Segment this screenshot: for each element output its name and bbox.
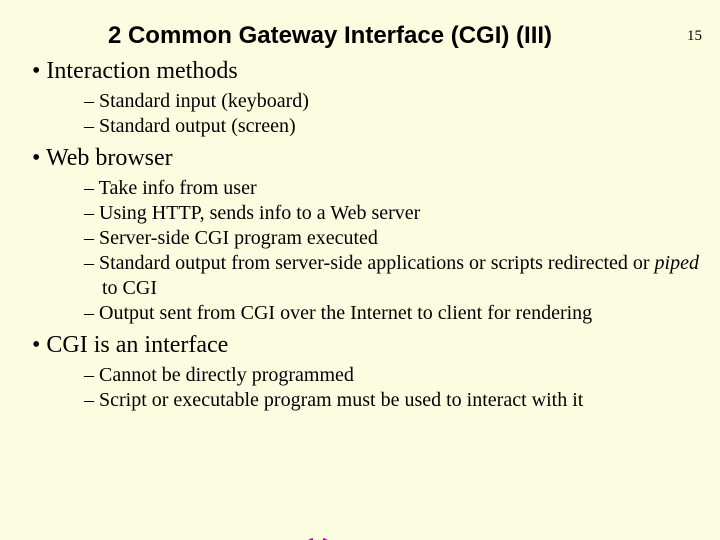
page-number: 15 xyxy=(687,28,702,45)
prev-button[interactable] xyxy=(296,536,316,540)
bullet-text: Interaction methods xyxy=(46,58,237,84)
bullet-text: CGI is an interface xyxy=(46,332,228,358)
sub-bullet-part: to CGI xyxy=(102,277,157,299)
sub-bullet-italic: piped xyxy=(655,252,699,274)
bullet-web-browser: Web browser Take info from user Using HT… xyxy=(28,145,700,326)
sub-bullet: Script or executable program must be use… xyxy=(80,388,700,413)
footer: Based on material © 2000 Deitel & Associ… xyxy=(8,536,340,540)
sub-bullet: Using HTTP, sends info to a Web server xyxy=(80,201,700,226)
sub-bullet-part: Standard output from server-side applica… xyxy=(99,252,655,274)
sub-bullet: Standard output (screen) xyxy=(80,114,700,139)
sub-bullet: Server-side CGI program executed xyxy=(80,226,700,251)
sub-bullet: Standard output from server-side applica… xyxy=(80,251,700,301)
slide-title: 2 Common Gateway Interface (CGI) (III) xyxy=(0,22,720,50)
sub-bullet: Cannot be directly programmed xyxy=(80,363,700,388)
bullet-text: Web browser xyxy=(46,145,173,171)
sub-bullet: Take info from user xyxy=(80,176,700,201)
nav-arrows xyxy=(296,536,340,540)
slide-body: Interaction methods Standard input (keyb… xyxy=(0,58,720,413)
sub-bullet: Output sent from CGI over the Internet t… xyxy=(80,301,700,326)
next-button[interactable] xyxy=(320,536,340,540)
bullet-cgi-interface: CGI is an interface Cannot be directly p… xyxy=(28,332,700,413)
bullet-interaction-methods: Interaction methods Standard input (keyb… xyxy=(28,58,700,139)
sub-bullet: Standard input (keyboard) xyxy=(80,89,700,114)
